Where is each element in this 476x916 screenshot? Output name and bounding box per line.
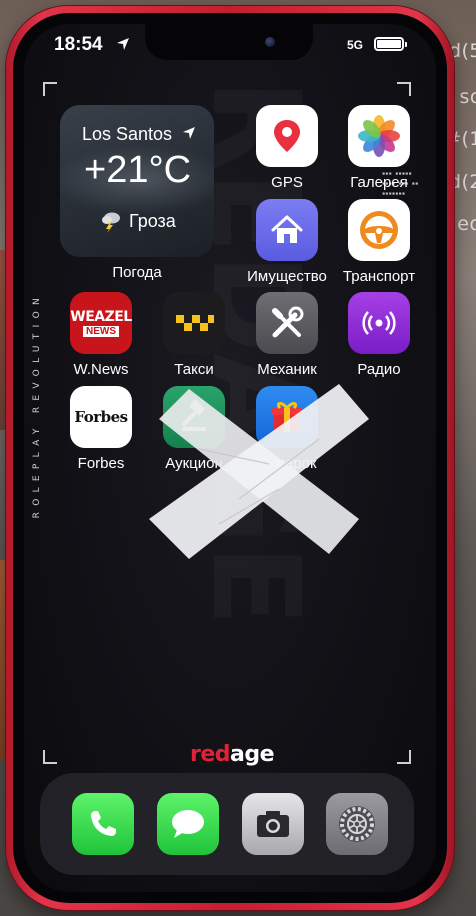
gift-icon bbox=[256, 386, 318, 448]
app-label: W.News bbox=[73, 361, 129, 378]
weather-widget[interactable]: Los Santos +21°C Гроза bbox=[60, 105, 214, 257]
app-label: Forbes bbox=[77, 455, 125, 472]
app-gps[interactable]: GPS bbox=[242, 105, 332, 191]
app-label: Механик bbox=[257, 361, 317, 378]
camera-icon[interactable] bbox=[242, 793, 304, 855]
weazel-wordmark: WEAZEL bbox=[70, 309, 132, 325]
forbes-wordmark: Forbes bbox=[74, 408, 128, 426]
app-gallery[interactable]: Галерея bbox=[334, 105, 424, 191]
radio-broadcast-icon bbox=[348, 292, 410, 354]
weather-city: Los Santos bbox=[82, 124, 173, 144]
weazel-news-icon: WEAZEL NEWS bbox=[70, 292, 132, 354]
news-wordmark: NEWS bbox=[83, 326, 119, 337]
app-label: Аукцион bbox=[165, 455, 223, 472]
weather-widget-label: Погода bbox=[112, 264, 162, 281]
status-time: 18:54 bbox=[54, 34, 103, 55]
app-property[interactable]: Имущество bbox=[242, 199, 332, 285]
forbes-icon: Forbes bbox=[70, 386, 132, 448]
notch bbox=[145, 24, 313, 60]
roleplay-revolution-text: ROLEPLAY REVOLUTION bbox=[32, 292, 42, 519]
location-arrow-icon bbox=[183, 127, 195, 139]
app-label: Имущество bbox=[247, 268, 327, 285]
app-label: Радио bbox=[357, 361, 401, 378]
app-weazel-news[interactable]: WEAZEL NEWS W.News bbox=[56, 292, 146, 378]
corner-bracket bbox=[43, 82, 57, 96]
app-auction[interactable]: Аукцион bbox=[149, 386, 239, 472]
map-pin-icon bbox=[256, 105, 318, 167]
app-label: Транспорт bbox=[342, 268, 416, 285]
taxi-icon bbox=[163, 292, 225, 354]
background-chat-line: so bbox=[459, 86, 476, 108]
photos-flower-icon bbox=[348, 105, 410, 167]
app-label: Галерея bbox=[350, 174, 408, 191]
battery-fill bbox=[377, 40, 401, 48]
app-label: Подарок bbox=[257, 455, 317, 472]
app-forbes[interactable]: Forbes Forbes bbox=[56, 386, 146, 472]
corner-bracket bbox=[397, 750, 411, 764]
front-camera-icon bbox=[265, 37, 275, 47]
app-gift[interactable]: Подарок bbox=[242, 386, 332, 472]
settings-gear-icon[interactable] bbox=[326, 793, 388, 855]
phone-frame: REDAGE 18:54 5G ROLEPLAY REVOLUTION ▪▪▪ … bbox=[6, 6, 454, 910]
redage-logo: redage bbox=[189, 742, 275, 767]
corner-bracket bbox=[397, 82, 411, 96]
battery-icon bbox=[374, 37, 407, 51]
steering-wheel-icon bbox=[348, 199, 410, 261]
background-chat-line: ed bbox=[457, 213, 476, 235]
weather-temperature: +21°C bbox=[84, 149, 192, 191]
app-label: Такси bbox=[174, 361, 214, 378]
location-arrow-icon bbox=[117, 38, 129, 50]
weather-condition-label: Гроза bbox=[129, 210, 176, 231]
wrench-screwdriver-icon bbox=[256, 292, 318, 354]
dock bbox=[40, 773, 414, 875]
app-transport[interactable]: Транспорт bbox=[334, 199, 424, 285]
app-radio[interactable]: Радио bbox=[334, 292, 424, 378]
app-mechanic[interactable]: Механик bbox=[242, 292, 332, 378]
house-icon bbox=[256, 199, 318, 261]
corner-bracket bbox=[43, 750, 57, 764]
messages-icon[interactable] bbox=[157, 793, 219, 855]
gavel-icon bbox=[163, 386, 225, 448]
phone-icon[interactable] bbox=[72, 793, 134, 855]
weather-condition: Гроза bbox=[99, 209, 176, 233]
app-label: GPS bbox=[271, 174, 303, 191]
home-screen: REDAGE 18:54 5G ROLEPLAY REVOLUTION ▪▪▪ … bbox=[24, 24, 436, 892]
phone-bezel: REDAGE 18:54 5G ROLEPLAY REVOLUTION ▪▪▪ … bbox=[13, 13, 447, 903]
network-indicator: 5G bbox=[347, 38, 364, 52]
thunderstorm-icon bbox=[102, 212, 120, 233]
app-taxi[interactable]: Такси bbox=[149, 292, 239, 378]
